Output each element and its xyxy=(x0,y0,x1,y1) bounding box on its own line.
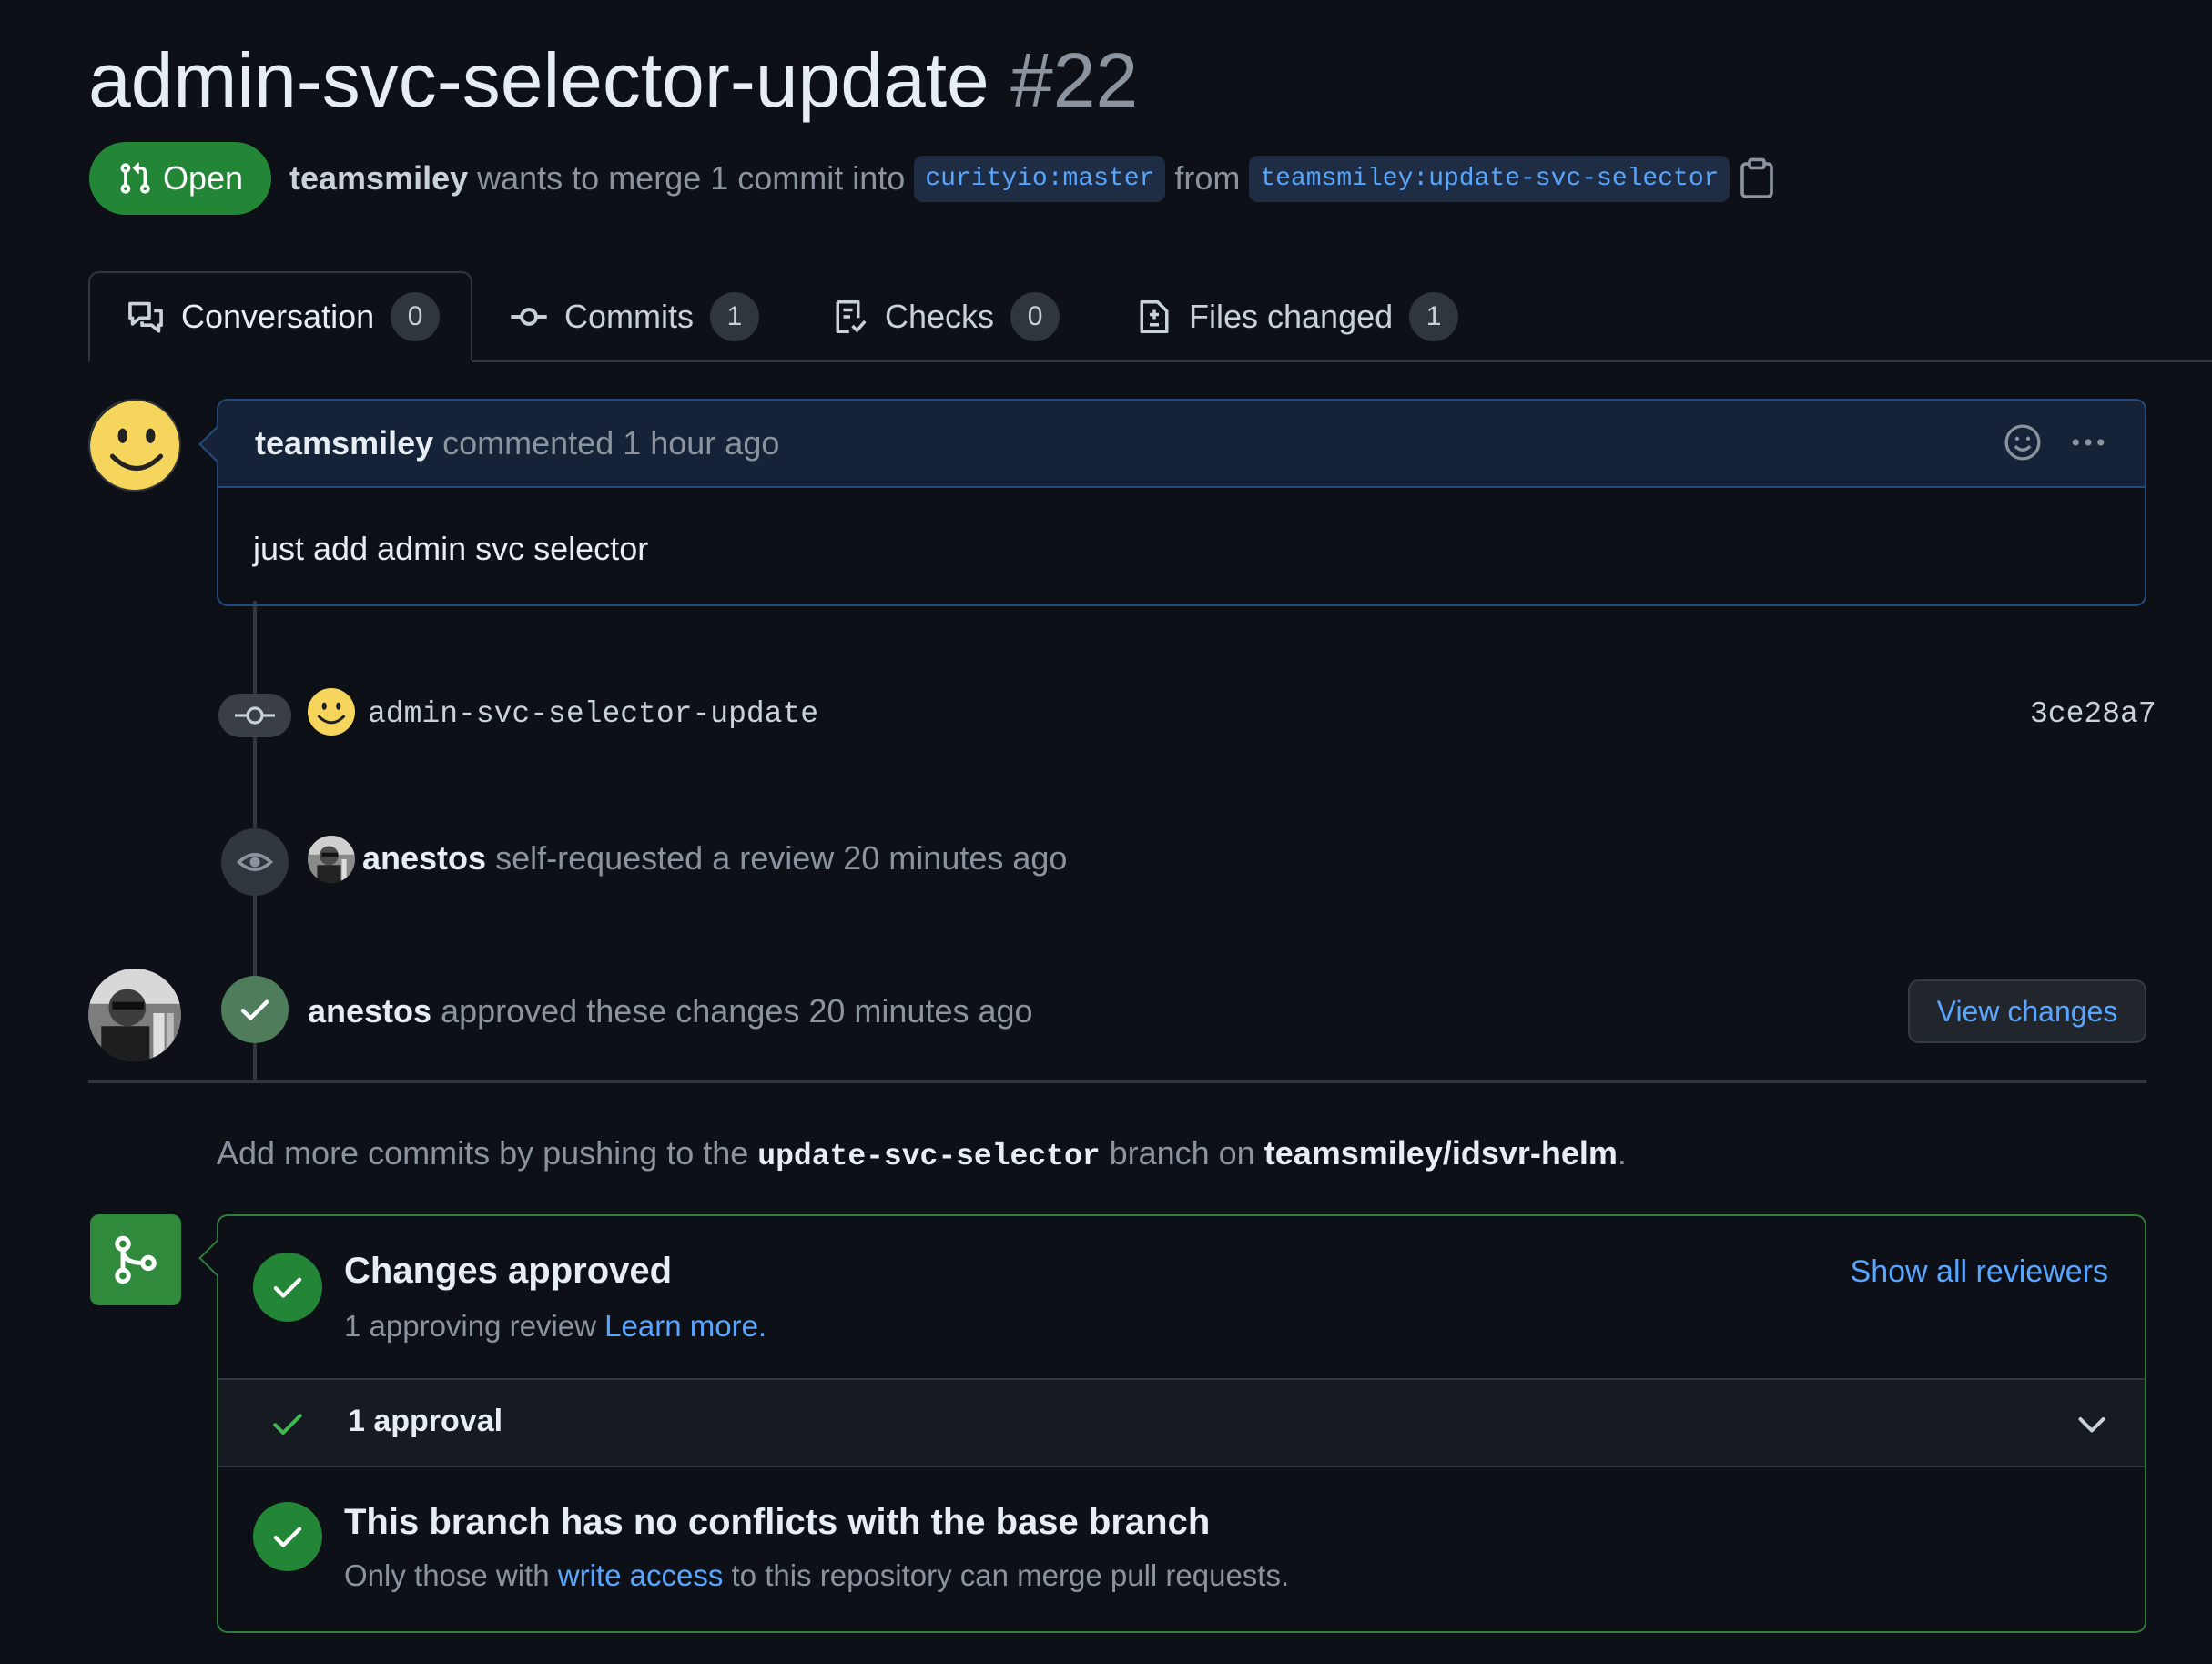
tab-conversation[interactable]: Conversation 0 xyxy=(88,271,472,362)
push-hint-suffix: . xyxy=(1617,1134,1627,1172)
from-text: from xyxy=(1174,159,1241,197)
check-icon xyxy=(273,1277,302,1298)
merge-status-icon-box xyxy=(90,1214,181,1305)
approving-review-text: 1 approving review xyxy=(344,1309,596,1343)
tab-counter: 0 xyxy=(1010,292,1060,341)
review-request-badge xyxy=(221,828,289,896)
commit-author-avatar[interactable] xyxy=(308,688,355,736)
git-commit-icon xyxy=(235,706,275,725)
comment-discussion-icon xyxy=(128,301,163,333)
checklist-icon xyxy=(836,300,867,333)
no-conflicts-status-icon xyxy=(253,1502,322,1571)
git-merge-icon xyxy=(115,1235,157,1284)
no-conflicts-subtitle: Only those with write access to this rep… xyxy=(344,1558,1289,1593)
tab-commits[interactable]: Commits 1 xyxy=(510,271,759,362)
comment-actions xyxy=(2003,422,2108,462)
merge-text: wants to merge 1 commit into xyxy=(477,159,906,197)
smiley-avatar-icon xyxy=(308,688,355,736)
add-reaction-icon[interactable] xyxy=(2003,422,2043,462)
conflicts-sub-suffix: to this repository can merge pull reques… xyxy=(731,1558,1290,1592)
git-commit-icon xyxy=(511,308,547,326)
git-pull-request-icon xyxy=(120,162,150,194)
view-changes-button[interactable]: View changes xyxy=(1908,979,2146,1043)
push-hint-prefix: Add more commits by pushing to the xyxy=(217,1134,749,1172)
comment-card: teamsmiley commented 1 hour ago just add… xyxy=(217,399,2146,606)
merge-box: Changes approved 1 approving review Lear… xyxy=(217,1214,2146,1633)
tab-label: Checks xyxy=(885,298,995,335)
push-hint-branch: update-svc-selector xyxy=(757,1140,1101,1173)
approval-count-row[interactable]: 1 approval xyxy=(218,1380,2145,1467)
push-hint-middle: branch on xyxy=(1109,1134,1255,1172)
timeline-end-divider xyxy=(88,1080,2146,1083)
tab-counter: 0 xyxy=(391,292,441,341)
base-branch-label[interactable]: curityio:master xyxy=(914,155,1166,202)
approved-badge xyxy=(221,976,289,1043)
state-badge-open: Open xyxy=(89,142,271,215)
avatar[interactable] xyxy=(88,399,181,492)
reviewer-name-link[interactable]: anestos xyxy=(362,839,486,877)
copy-icon[interactable] xyxy=(1739,157,1775,199)
commit-message-link[interactable]: admin-svc-selector-update xyxy=(368,694,818,736)
write-access-link[interactable]: write access xyxy=(558,1558,724,1592)
commit-badge xyxy=(218,694,291,737)
check-icon xyxy=(273,1414,302,1435)
tab-counter: 1 xyxy=(1409,292,1459,341)
comment-meta[interactable]: commented 1 hour ago xyxy=(442,424,779,462)
commit-sha-link[interactable]: 3ce28a7 xyxy=(2030,694,2156,736)
state-label: Open xyxy=(162,159,244,197)
conflicts-sub-prefix: Only those with xyxy=(344,1558,550,1592)
pr-title-text: admin-svc-selector-update xyxy=(88,37,989,123)
tab-counter: 1 xyxy=(710,292,759,341)
head-branch-label[interactable]: teamsmiley:update-svc-selector xyxy=(1249,155,1730,202)
no-conflicts-title: This branch has no conflicts with the ba… xyxy=(344,1502,1211,1542)
pr-merge-summary: teamsmiley wants to merge 1 commit into … xyxy=(289,151,1775,206)
avatar[interactable] xyxy=(88,969,181,1061)
reviewer-avatar[interactable] xyxy=(308,836,355,883)
tab-files-changed[interactable]: Files changed 1 xyxy=(1136,271,1459,362)
changes-approved-title: Changes approved xyxy=(344,1251,673,1291)
learn-more-link[interactable]: Learn more. xyxy=(604,1309,766,1343)
tab-label: Files changed xyxy=(1189,298,1394,335)
tab-label: Commits xyxy=(564,298,694,335)
comment-author-link[interactable]: teamsmiley xyxy=(255,424,433,462)
changes-approved-subtitle: 1 approving review Learn more. xyxy=(344,1309,766,1344)
approver-name-link[interactable]: anestos xyxy=(308,992,431,1030)
smiley-avatar-icon xyxy=(90,401,179,490)
approval-event: anestos approved these changes 20 minute… xyxy=(308,989,1033,1034)
no-conflicts-section: This branch has no conflicts with the ba… xyxy=(218,1467,2145,1631)
pr-number: #22 xyxy=(1010,37,1139,123)
tab-checks[interactable]: Checks 0 xyxy=(832,271,1060,362)
chevron-down-icon[interactable] xyxy=(2074,1405,2110,1442)
kebab-horizontal-icon[interactable] xyxy=(2068,422,2108,462)
comment-body: just add admin svc selector xyxy=(253,530,649,567)
file-diff-icon xyxy=(1140,300,1169,333)
pr-title: admin-svc-selector-update #22 xyxy=(88,36,1138,124)
push-hint-repo-link[interactable]: teamsmiley/idsvr-helm xyxy=(1264,1134,1618,1172)
check-icon xyxy=(240,999,269,1020)
push-hint: Add more commits by pushing to the updat… xyxy=(217,1131,1627,1180)
review-request-text: self-requested a review 20 minutes ago xyxy=(495,839,1068,877)
pr-author-link[interactable]: teamsmiley xyxy=(289,159,468,198)
eye-icon xyxy=(237,853,273,871)
review-request-event: anestos self-requested a review 20 minut… xyxy=(362,836,1067,881)
user-photo-avatar-icon xyxy=(88,969,181,1061)
approval-count-label: 1 approval xyxy=(348,1404,503,1438)
comment-header: teamsmiley commented 1 hour ago xyxy=(218,401,2145,488)
changes-approved-section: Changes approved 1 approving review Lear… xyxy=(218,1216,2145,1380)
user-photo-avatar-icon xyxy=(308,836,355,883)
approval-event-text: approved these changes 20 minutes ago xyxy=(441,992,1033,1030)
show-all-reviewers-link[interactable]: Show all reviewers xyxy=(1851,1254,2108,1290)
approved-status-icon xyxy=(253,1253,322,1322)
check-icon xyxy=(273,1527,302,1547)
tab-label: Conversation xyxy=(181,298,375,335)
